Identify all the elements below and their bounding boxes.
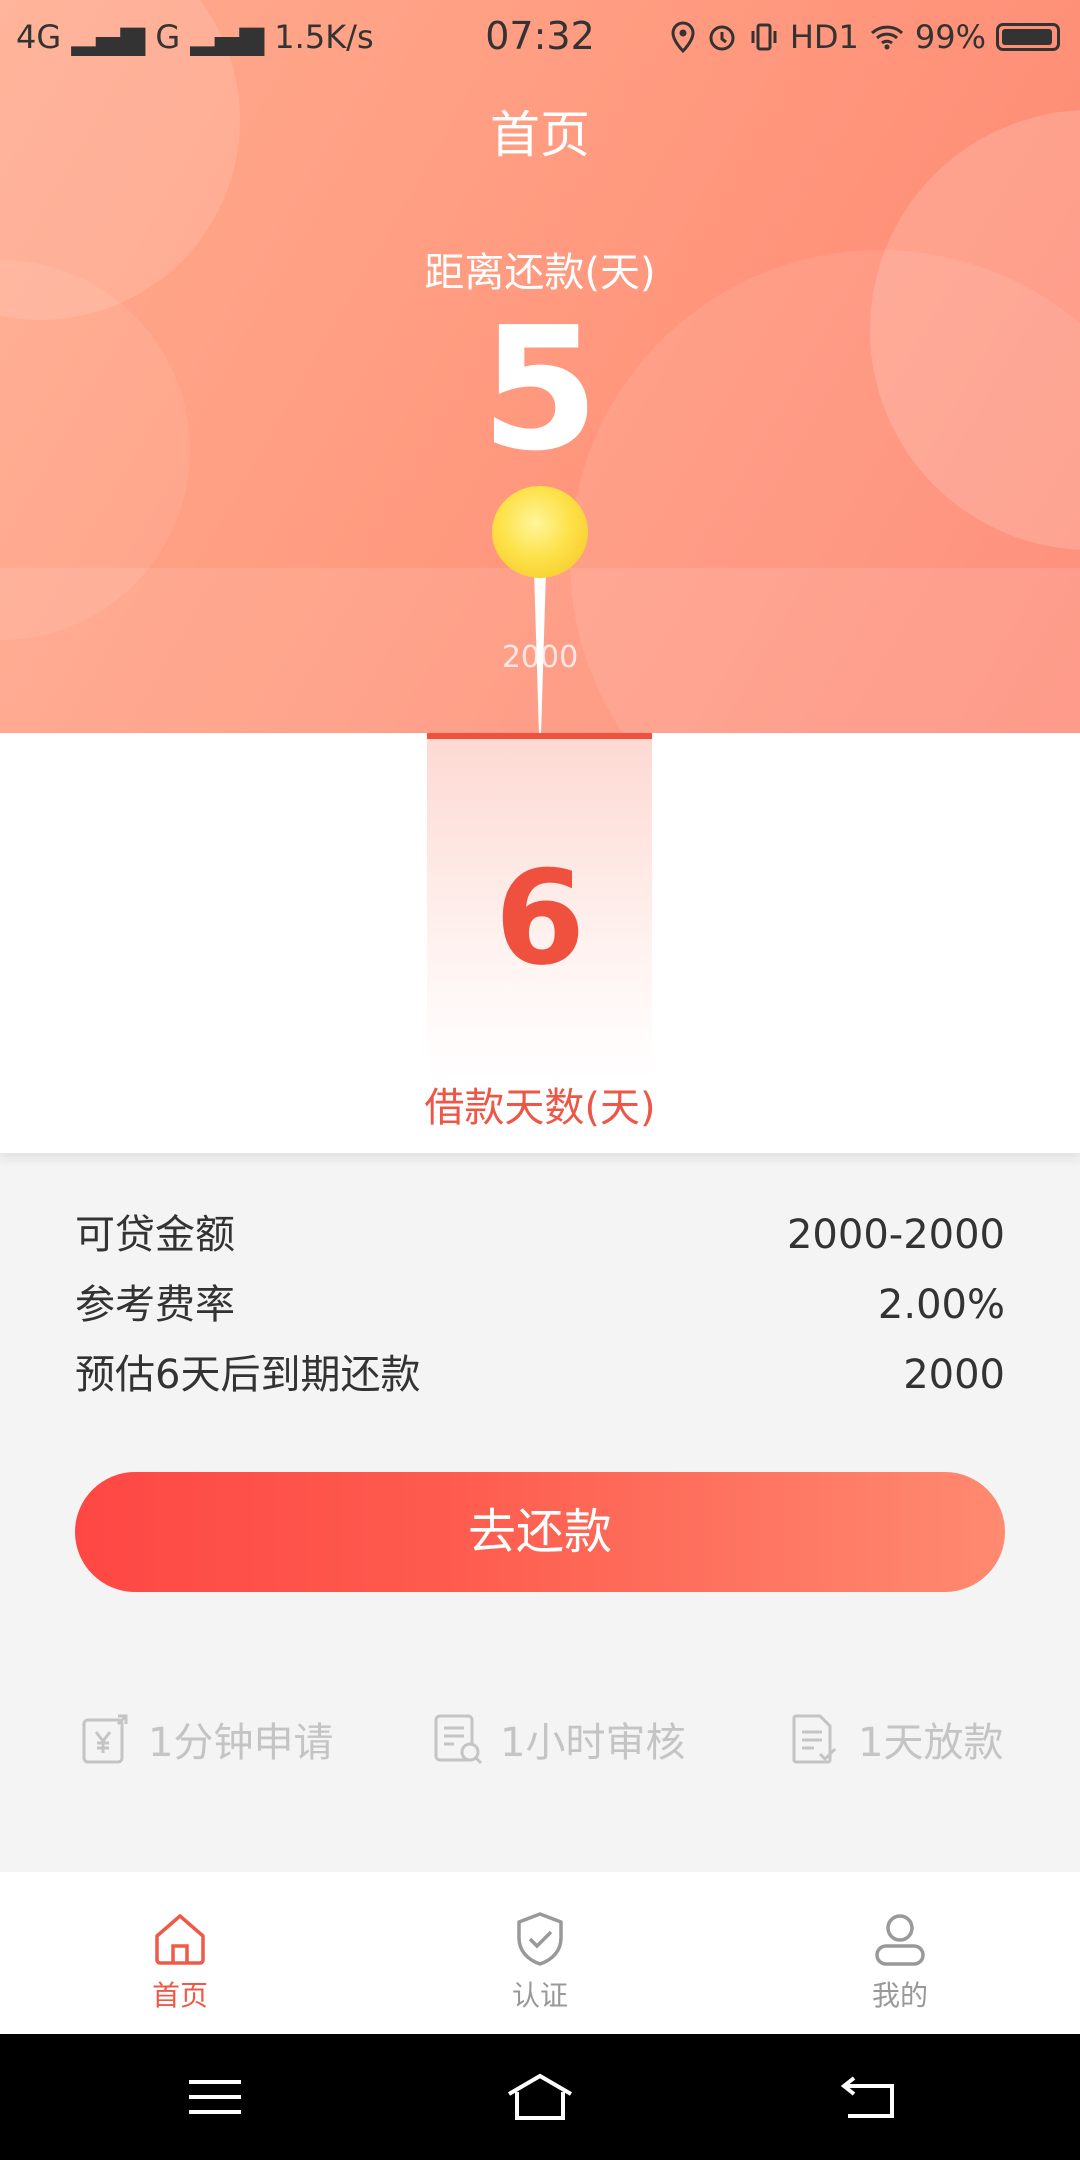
info-row-due: 预估6天后到期还款 2000 [75,1340,1005,1410]
system-nav-bar [0,2034,1080,2160]
page-title: 首页 [490,106,590,164]
repayment-countdown-value: 5 [480,291,600,489]
user-icon [875,1914,925,1966]
picker-label: 借款天数(天) [424,1085,656,1131]
info-row-rate: 参考费率 2.00% [75,1270,1005,1340]
home-nav-icon[interactable] [505,2072,575,2122]
info-value: 2000 [903,1352,1005,1398]
info-value: 2.00% [877,1282,1005,1328]
battery-icon [996,23,1060,51]
tab-home[interactable]: 首页 [80,1872,280,2034]
tab-label: 首页 [151,1979,208,2012]
feature-label: 1分钟申请 [148,1720,334,1766]
vibrate-icon [751,23,777,51]
tab-verify[interactable]: 认证 [440,1872,640,2034]
yuan-apply-icon [82,1714,128,1764]
info-row-amount: 可贷金额 2000-2000 [75,1200,1005,1270]
tab-label: 我的 [871,1979,928,2012]
loan-days-picker[interactable]: 6 借款天数(天) [0,733,1080,1153]
status-bar: 4G ▂▄▆ G ▂▄▆ 1.5K/s 07:32 HD1 99% [0,0,1080,74]
feature-label: 1天放款 [858,1720,1004,1766]
battery-percent: 99% [914,18,986,56]
loan-info: 可贷金额 2000-2000 参考费率 2.00% 预估6天后到期还款 2000 [75,1200,1005,1410]
review-doc-icon [434,1714,483,1765]
repayment-countdown-label: 距离还款(天) [424,250,656,296]
picker-selected-days[interactable]: 6 [0,843,1080,993]
tab-mine[interactable]: 我的 [800,1872,1000,2034]
hd-indicator: HD1 [789,18,859,56]
feature-item: 1小时审核 [432,1710,685,1768]
slider-needle [534,570,546,733]
payout-doc-icon [792,1714,837,1764]
feature-list: 1分钟申请 1小时审核 1天放款 [0,1710,1080,1780]
hero-banner: 4G ▂▄▆ G ▂▄▆ 1.5K/s 07:32 HD1 99% 首页 距离还… [0,0,1080,733]
menu-icon[interactable] [185,2072,245,2122]
shield-check-icon [517,1912,563,1966]
wifi-icon [870,25,903,50]
feature-item: 1分钟申请 [80,1710,333,1768]
feature-label: 1小时审核 [500,1720,686,1766]
info-value: 2000-2000 [786,1212,1005,1258]
home-icon [155,1914,205,1965]
bottom-tab-bar: 首页 认证 我的 [0,1872,1080,2034]
alarm-icon [709,25,735,51]
location-icon [671,21,695,53]
info-label: 预估6天后到期还款 [75,1352,421,1398]
feature-item: 1天放款 [790,1710,1003,1768]
info-label: 可贷金额 [75,1212,235,1258]
tab-label: 认证 [511,1979,568,2012]
repay-button[interactable]: 去还款 [75,1472,1005,1592]
slider-knob[interactable] [492,486,588,578]
info-label: 参考费率 [75,1282,235,1328]
back-icon[interactable] [840,2072,900,2122]
